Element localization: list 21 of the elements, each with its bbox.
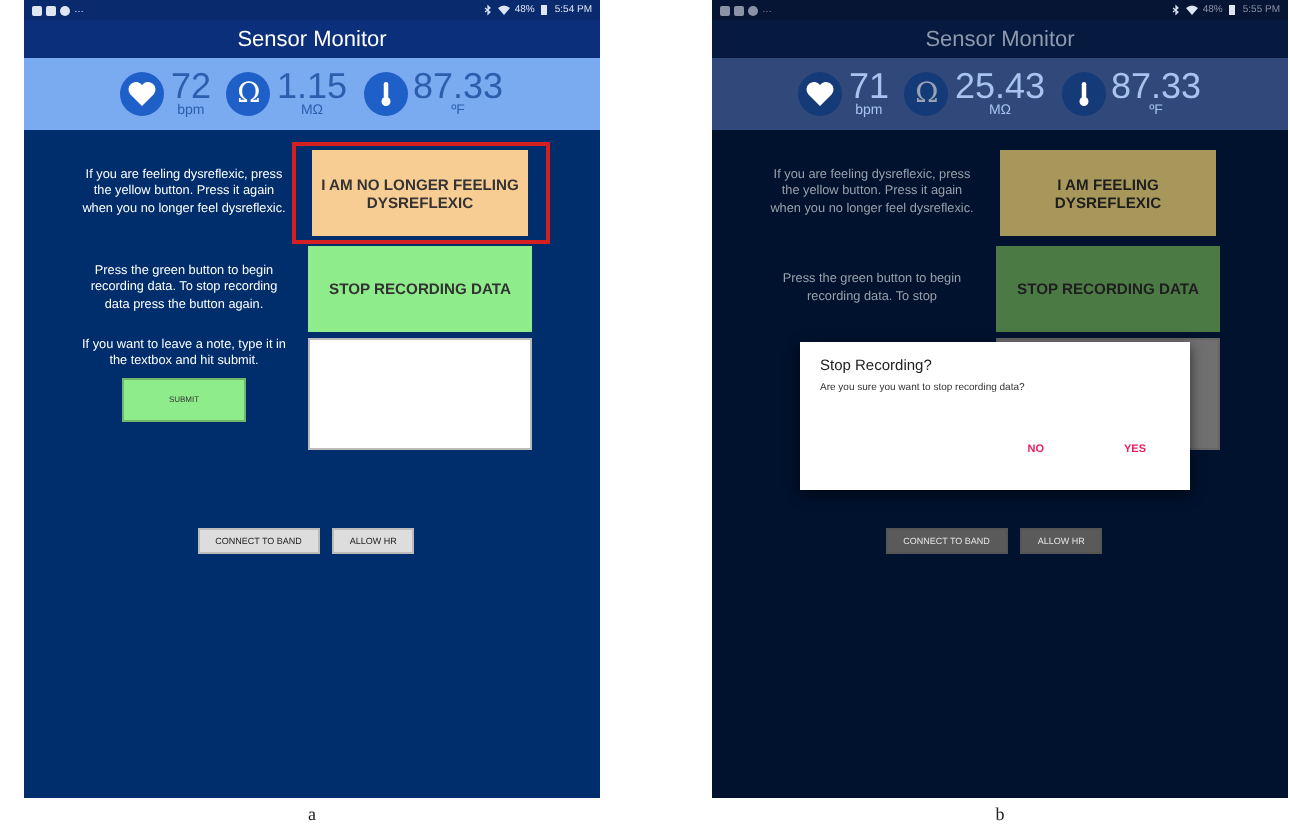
- battery-icon: [538, 4, 551, 16]
- reading-value: 87.33: [1111, 68, 1202, 104]
- app-title: Sensor Monitor: [24, 20, 600, 58]
- bluetooth-icon: [1170, 4, 1183, 16]
- reading-value: 87.33: [413, 68, 504, 104]
- reading-value: 72: [170, 68, 211, 104]
- ohm-icon: Ω: [904, 72, 949, 116]
- reading-value: 71: [848, 68, 889, 104]
- panel-caption: b: [995, 804, 1005, 824]
- thermometer-icon: [363, 72, 408, 116]
- app-title: Sensor Monitor: [712, 20, 1288, 58]
- bluetooth-icon: [482, 4, 495, 16]
- wifi-icon: [1186, 4, 1199, 16]
- wifi-icon: [498, 4, 511, 16]
- note-field[interactable]: [308, 338, 532, 450]
- panel-caption: a: [308, 804, 316, 824]
- thermometer-icon: [1061, 72, 1106, 116]
- ohm-icon: Ω: [226, 72, 271, 116]
- reading-value: 1.15: [276, 68, 348, 104]
- battery-icon: [1226, 4, 1239, 16]
- reading-value: 25.43: [954, 68, 1046, 104]
